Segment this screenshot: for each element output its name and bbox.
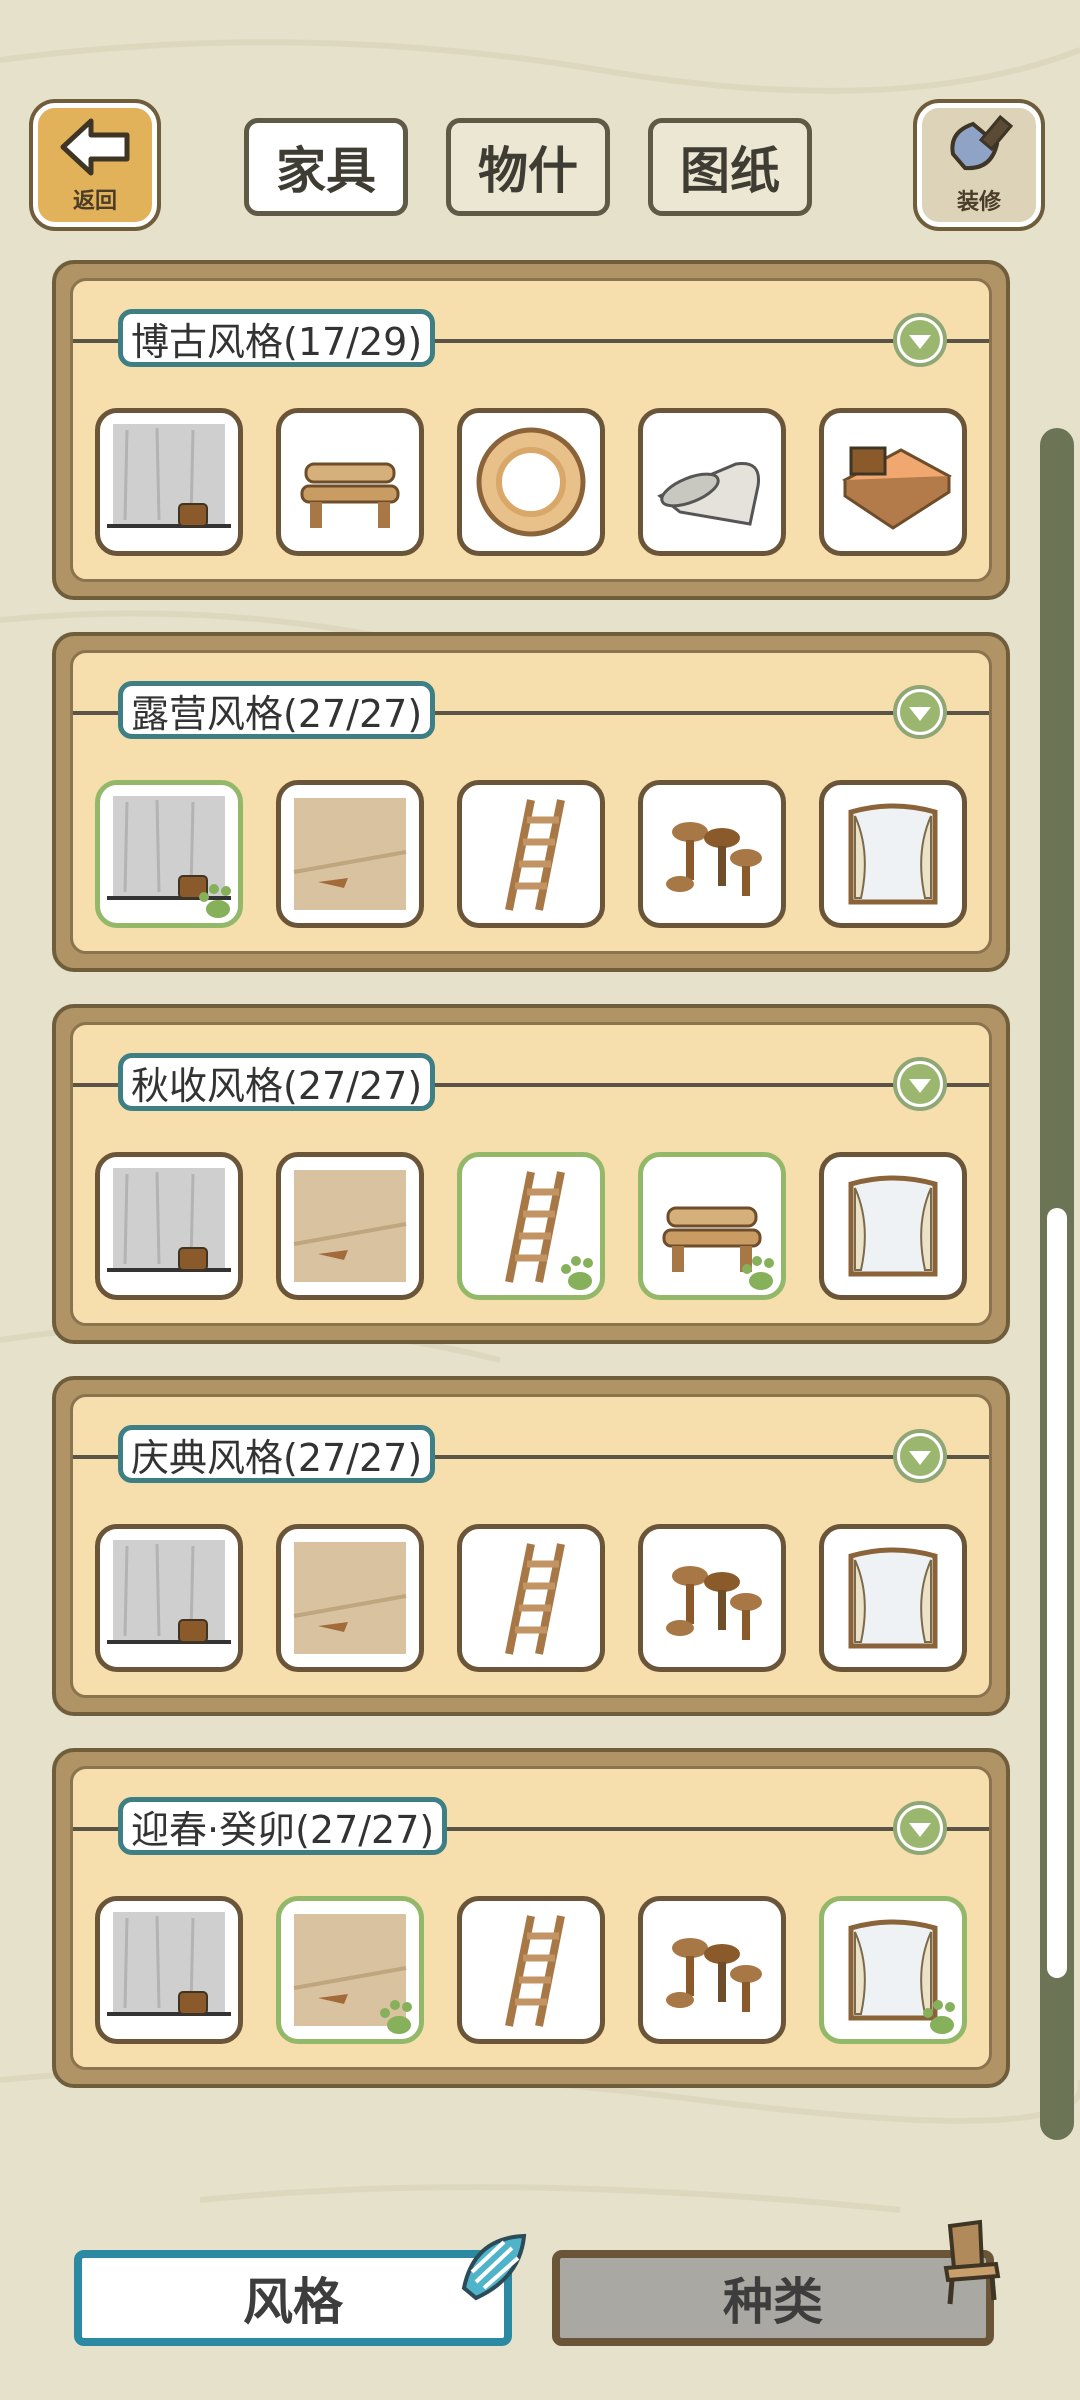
category-panel: 露营风格(27/27) bbox=[52, 632, 1010, 972]
category-inner: 迎春·癸卯(27/27) bbox=[70, 1766, 992, 2070]
paw-icon bbox=[742, 1256, 774, 1290]
kind-tab[interactable]: 种类 bbox=[552, 2250, 994, 2346]
item-row bbox=[95, 780, 967, 928]
furniture-item[interactable] bbox=[638, 780, 786, 928]
furniture-item[interactable] bbox=[276, 1524, 424, 1672]
chevron-down-icon bbox=[900, 1064, 940, 1104]
floor-item bbox=[293, 1170, 407, 1282]
category-inner: 庆典风格(27/27) bbox=[70, 1394, 992, 1698]
category-title: 露营风格(27/27) bbox=[118, 681, 436, 739]
shell-icon bbox=[461, 2233, 527, 2301]
category-panel: 博古风格(17/29) bbox=[52, 260, 1010, 600]
category-panel: 庆典风格(27/27) bbox=[52, 1376, 1010, 1716]
ladder-item bbox=[505, 1915, 565, 2027]
window-item bbox=[848, 1175, 938, 1277]
expand-toggle-button[interactable] bbox=[893, 1801, 947, 1855]
floor-item bbox=[293, 798, 407, 910]
furniture-item[interactable] bbox=[819, 408, 967, 556]
furniture-item[interactable] bbox=[95, 1524, 243, 1672]
expand-toggle-button[interactable] bbox=[893, 685, 947, 739]
paw-icon bbox=[923, 2000, 955, 2034]
furniture-item[interactable] bbox=[95, 408, 243, 556]
expand-toggle-button[interactable] bbox=[893, 313, 947, 367]
category-title: 迎春·癸卯(27/27) bbox=[118, 1797, 448, 1855]
item-row bbox=[95, 1152, 967, 1300]
table-set-item bbox=[666, 822, 762, 896]
scrollbar-thumb[interactable] bbox=[1047, 1208, 1067, 1978]
item-row bbox=[95, 1896, 967, 2044]
wall-item bbox=[107, 1540, 231, 1644]
scroll-item bbox=[657, 461, 761, 526]
chevron-down-icon bbox=[900, 692, 940, 732]
back-button[interactable]: 返回 bbox=[33, 103, 157, 227]
wall-item bbox=[107, 1168, 231, 1272]
style-tab[interactable]: 风格 bbox=[74, 2250, 512, 2346]
decorate-button[interactable]: 装修 bbox=[917, 103, 1041, 227]
furniture-item[interactable] bbox=[95, 1152, 243, 1300]
window-item bbox=[848, 1547, 938, 1649]
category-panel: 秋收风格(27/27) bbox=[52, 1004, 1010, 1344]
decorate-label: 装修 bbox=[956, 190, 1001, 215]
furniture-item[interactable] bbox=[457, 1896, 605, 2044]
furniture-item[interactable] bbox=[638, 1152, 786, 1300]
tab-items[interactable]: 物什 bbox=[446, 118, 610, 216]
bench-item bbox=[300, 462, 400, 528]
furniture-item[interactable] bbox=[95, 780, 243, 928]
bed-item bbox=[842, 446, 952, 530]
furniture-item[interactable] bbox=[819, 780, 967, 928]
chevron-down-icon bbox=[900, 1436, 940, 1476]
ladder-item bbox=[505, 799, 565, 911]
chair-icon bbox=[943, 2219, 1001, 2305]
tab-blueprints[interactable]: 图纸 bbox=[648, 118, 812, 216]
chevron-down-icon bbox=[900, 1808, 940, 1848]
furniture-item[interactable] bbox=[457, 1524, 605, 1672]
paw-icon bbox=[380, 2000, 412, 2034]
floor-item bbox=[293, 1542, 407, 1654]
furniture-item[interactable] bbox=[276, 1152, 424, 1300]
category-panel: 迎春·癸卯(27/27) bbox=[52, 1748, 1010, 2088]
wall-item bbox=[107, 424, 231, 528]
tab-furniture[interactable]: 家具 bbox=[244, 118, 408, 216]
furniture-item[interactable] bbox=[276, 408, 424, 556]
furniture-item[interactable] bbox=[638, 1524, 786, 1672]
category-inner: 露营风格(27/27) bbox=[70, 650, 992, 954]
furniture-item[interactable] bbox=[457, 780, 605, 928]
table-set-item bbox=[666, 1566, 762, 1640]
paint-brush-icon bbox=[950, 114, 1014, 171]
scrollbar[interactable] bbox=[1040, 428, 1074, 2140]
furniture-item[interactable] bbox=[276, 1896, 424, 2044]
furniture-item[interactable] bbox=[457, 408, 605, 556]
wall-item bbox=[107, 1912, 231, 2016]
expand-toggle-button[interactable] bbox=[893, 1057, 947, 1111]
category-title: 博古风格(17/29) bbox=[118, 309, 436, 367]
back-arrow-icon bbox=[60, 118, 130, 176]
furniture-item[interactable] bbox=[276, 780, 424, 928]
style-tab-label: 风格 bbox=[243, 2273, 343, 2331]
furniture-item[interactable] bbox=[819, 1524, 967, 1672]
furniture-item[interactable] bbox=[457, 1152, 605, 1300]
furniture-item[interactable] bbox=[819, 1152, 967, 1300]
item-row bbox=[95, 408, 967, 556]
furniture-item[interactable] bbox=[638, 408, 786, 556]
category-inner: 秋收风格(27/27) bbox=[70, 1022, 992, 1326]
window-item bbox=[848, 803, 938, 905]
furniture-item[interactable] bbox=[819, 1896, 967, 2044]
furniture-item[interactable] bbox=[638, 1896, 786, 2044]
chevron-down-icon bbox=[900, 320, 940, 360]
category-inner: 博古风格(17/29) bbox=[70, 278, 992, 582]
kind-tab-label: 种类 bbox=[723, 2273, 823, 2331]
table-set-item bbox=[666, 1938, 762, 2012]
item-row bbox=[95, 1524, 967, 1672]
paw-icon bbox=[561, 1256, 593, 1290]
category-title: 秋收风格(27/27) bbox=[118, 1053, 436, 1111]
expand-toggle-button[interactable] bbox=[893, 1429, 947, 1483]
furniture-item[interactable] bbox=[95, 1896, 243, 2044]
rug-item bbox=[476, 427, 586, 537]
ladder-item bbox=[505, 1543, 565, 1655]
back-label: 返回 bbox=[72, 189, 117, 214]
category-title: 庆典风格(27/27) bbox=[118, 1425, 436, 1483]
paw-icon bbox=[199, 884, 231, 918]
